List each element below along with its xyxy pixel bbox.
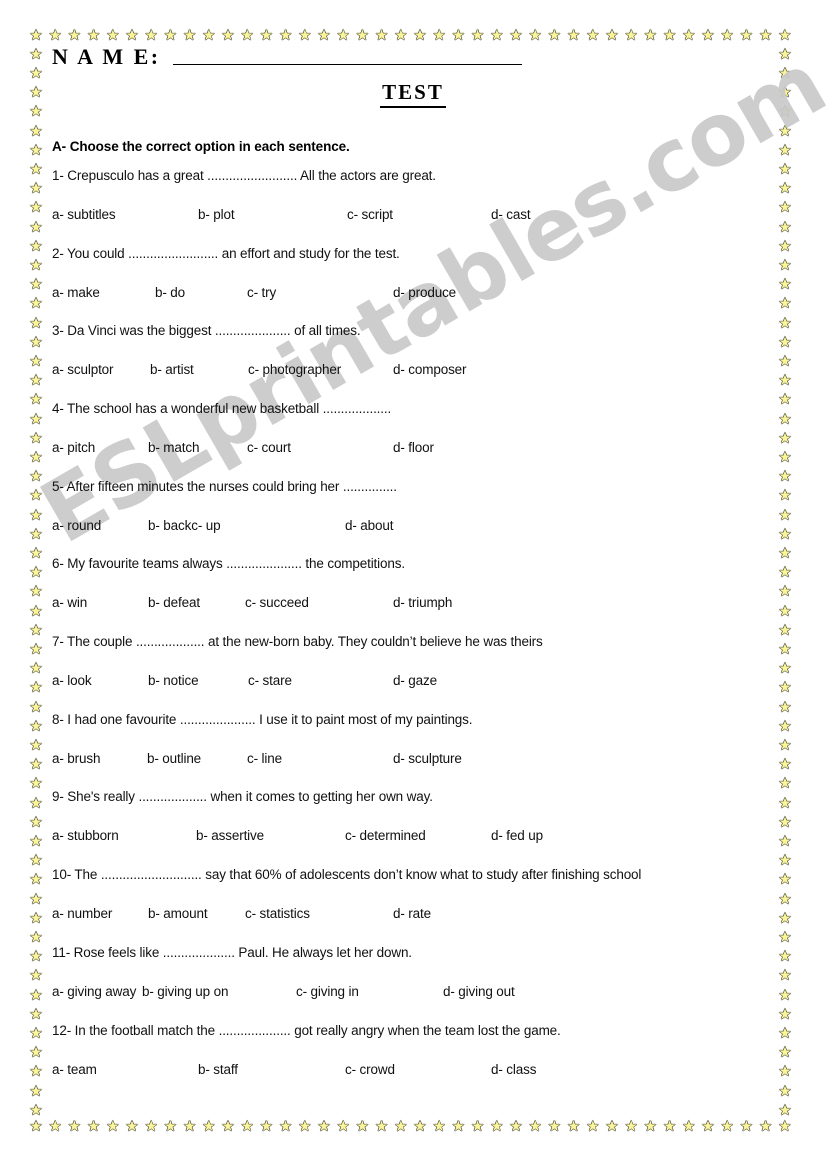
answer-option[interactable]: a- stubborn bbox=[52, 828, 119, 843]
question-text: 7- The couple ................... at the… bbox=[52, 634, 543, 649]
answer-option[interactable]: c- script bbox=[347, 207, 393, 222]
answer-option[interactable]: a- subtitles bbox=[52, 207, 116, 222]
answer-option[interactable]: a- pitch bbox=[52, 440, 95, 455]
answer-option[interactable]: d- produce bbox=[393, 285, 456, 300]
option-row: a- pitch b- match c- court d- floor bbox=[0, 440, 826, 456]
answer-option[interactable]: b- do bbox=[155, 285, 185, 300]
option-row: a- sculptor b- artist c- photographer d- co… bbox=[0, 362, 826, 378]
answer-option[interactable]: b- backc- up bbox=[148, 518, 221, 533]
answer-option[interactable]: a- look bbox=[52, 673, 92, 688]
answer-option[interactable]: a- number bbox=[52, 906, 112, 921]
answer-option[interactable]: b- plot bbox=[198, 207, 235, 222]
answer-option[interactable]: b- staff bbox=[198, 1062, 238, 1077]
answer-option[interactable]: d- about bbox=[345, 518, 393, 533]
question-text: 5- After fifteen minutes the nurses coul… bbox=[52, 479, 397, 494]
question-text: 11- Rose feels like ....................… bbox=[52, 945, 412, 960]
answer-option[interactable]: d- rate bbox=[393, 906, 431, 921]
option-row: a- giving away b- giving up on c- giving i… bbox=[0, 984, 826, 1000]
name-field-row: N A M E: bbox=[52, 46, 522, 68]
question-text: 12- In the football match the ..........… bbox=[52, 1023, 561, 1038]
answer-option[interactable]: a- giving away bbox=[52, 984, 136, 999]
answer-option[interactable]: b- assertive bbox=[196, 828, 264, 843]
name-label: N A M E: bbox=[52, 44, 161, 69]
answer-option[interactable]: b- defeat bbox=[148, 595, 200, 610]
answer-option[interactable]: a- team bbox=[52, 1062, 97, 1077]
answer-option[interactable]: c- court bbox=[247, 440, 291, 455]
question-text: 6- My favourite teams always ...........… bbox=[52, 556, 405, 571]
option-row: a- brush b- outline c- line d- sculpture bbox=[0, 751, 826, 767]
section-heading: A- Choose the correct option in each sen… bbox=[52, 139, 350, 154]
answer-option[interactable]: d- cast bbox=[491, 207, 531, 222]
option-row: a- look b- notice c- stare d- gaze bbox=[0, 673, 826, 689]
answer-option[interactable]: d- class bbox=[491, 1062, 536, 1077]
answer-option[interactable]: a- win bbox=[52, 595, 87, 610]
question-text: 2- You could ......................... a… bbox=[52, 246, 400, 261]
worksheet-page: ESLprintables.com N A M E: TEST A- Choos… bbox=[0, 0, 826, 1169]
answer-option[interactable]: d- floor bbox=[393, 440, 434, 455]
option-row: a- win b- defeat c- succeed d- triumph bbox=[0, 595, 826, 611]
page-title-text: TEST bbox=[380, 80, 446, 108]
name-write-in-line[interactable] bbox=[172, 63, 522, 65]
worksheet-content: N A M E: TEST A- Choose the correct opti… bbox=[0, 0, 826, 1169]
answer-option[interactable]: a- brush bbox=[52, 751, 100, 766]
answer-option[interactable]: a- sculptor bbox=[52, 362, 114, 377]
answer-option[interactable]: d- gaze bbox=[393, 673, 437, 688]
option-row: a- stubborn b- assertive c- determined d- f… bbox=[0, 828, 826, 844]
answer-option[interactable]: a- round bbox=[52, 518, 101, 533]
question-text: 10- The ............................ say… bbox=[52, 867, 642, 882]
answer-option[interactable]: c- crowd bbox=[345, 1062, 395, 1077]
option-row: a- team b- staff c- crowd d- class bbox=[0, 1062, 826, 1078]
answer-option[interactable]: c- succeed bbox=[245, 595, 309, 610]
option-row: a- number b- amount c- statistics d- rate bbox=[0, 906, 826, 922]
answer-option[interactable]: a- make bbox=[52, 285, 100, 300]
answer-option[interactable]: b- artist bbox=[150, 362, 194, 377]
answer-option[interactable]: c- stare bbox=[248, 673, 292, 688]
question-text: 9- She's really ................... when… bbox=[52, 789, 433, 804]
question-text: 8- I had one favourite .................… bbox=[52, 712, 473, 727]
question-text: 3- Da Vinci was the biggest ............… bbox=[52, 323, 361, 338]
option-row: a- round b- backc- up d- about bbox=[0, 518, 826, 534]
answer-option[interactable]: b- match bbox=[148, 440, 199, 455]
answer-option[interactable]: c- determined bbox=[345, 828, 426, 843]
answer-option[interactable]: c- line bbox=[247, 751, 282, 766]
answer-option[interactable]: b- amount bbox=[148, 906, 208, 921]
answer-option[interactable]: c- giving in bbox=[296, 984, 359, 999]
question-text: 1- Crepusculo has a great ..............… bbox=[52, 168, 436, 183]
answer-option[interactable]: d- composer bbox=[393, 362, 467, 377]
question-text: 4- The school has a wonderful new basket… bbox=[52, 401, 392, 416]
page-title: TEST bbox=[0, 80, 826, 108]
answer-option[interactable]: d- giving out bbox=[443, 984, 515, 999]
answer-option[interactable]: c- statistics bbox=[245, 906, 310, 921]
answer-option[interactable]: d- fed up bbox=[491, 828, 543, 843]
answer-option[interactable]: b- notice bbox=[148, 673, 199, 688]
answer-option[interactable]: b- outline bbox=[147, 751, 201, 766]
answer-option[interactable]: b- giving up on bbox=[142, 984, 228, 999]
option-row: a- make b- do c- try d- produce bbox=[0, 285, 826, 301]
answer-option[interactable]: d- sculpture bbox=[393, 751, 462, 766]
answer-option[interactable]: d- triumph bbox=[393, 595, 452, 610]
option-row: a- subtitles b- plot c- script d- cast bbox=[0, 207, 826, 223]
answer-option[interactable]: c- photographer bbox=[248, 362, 341, 377]
answer-option[interactable]: c- try bbox=[247, 285, 276, 300]
